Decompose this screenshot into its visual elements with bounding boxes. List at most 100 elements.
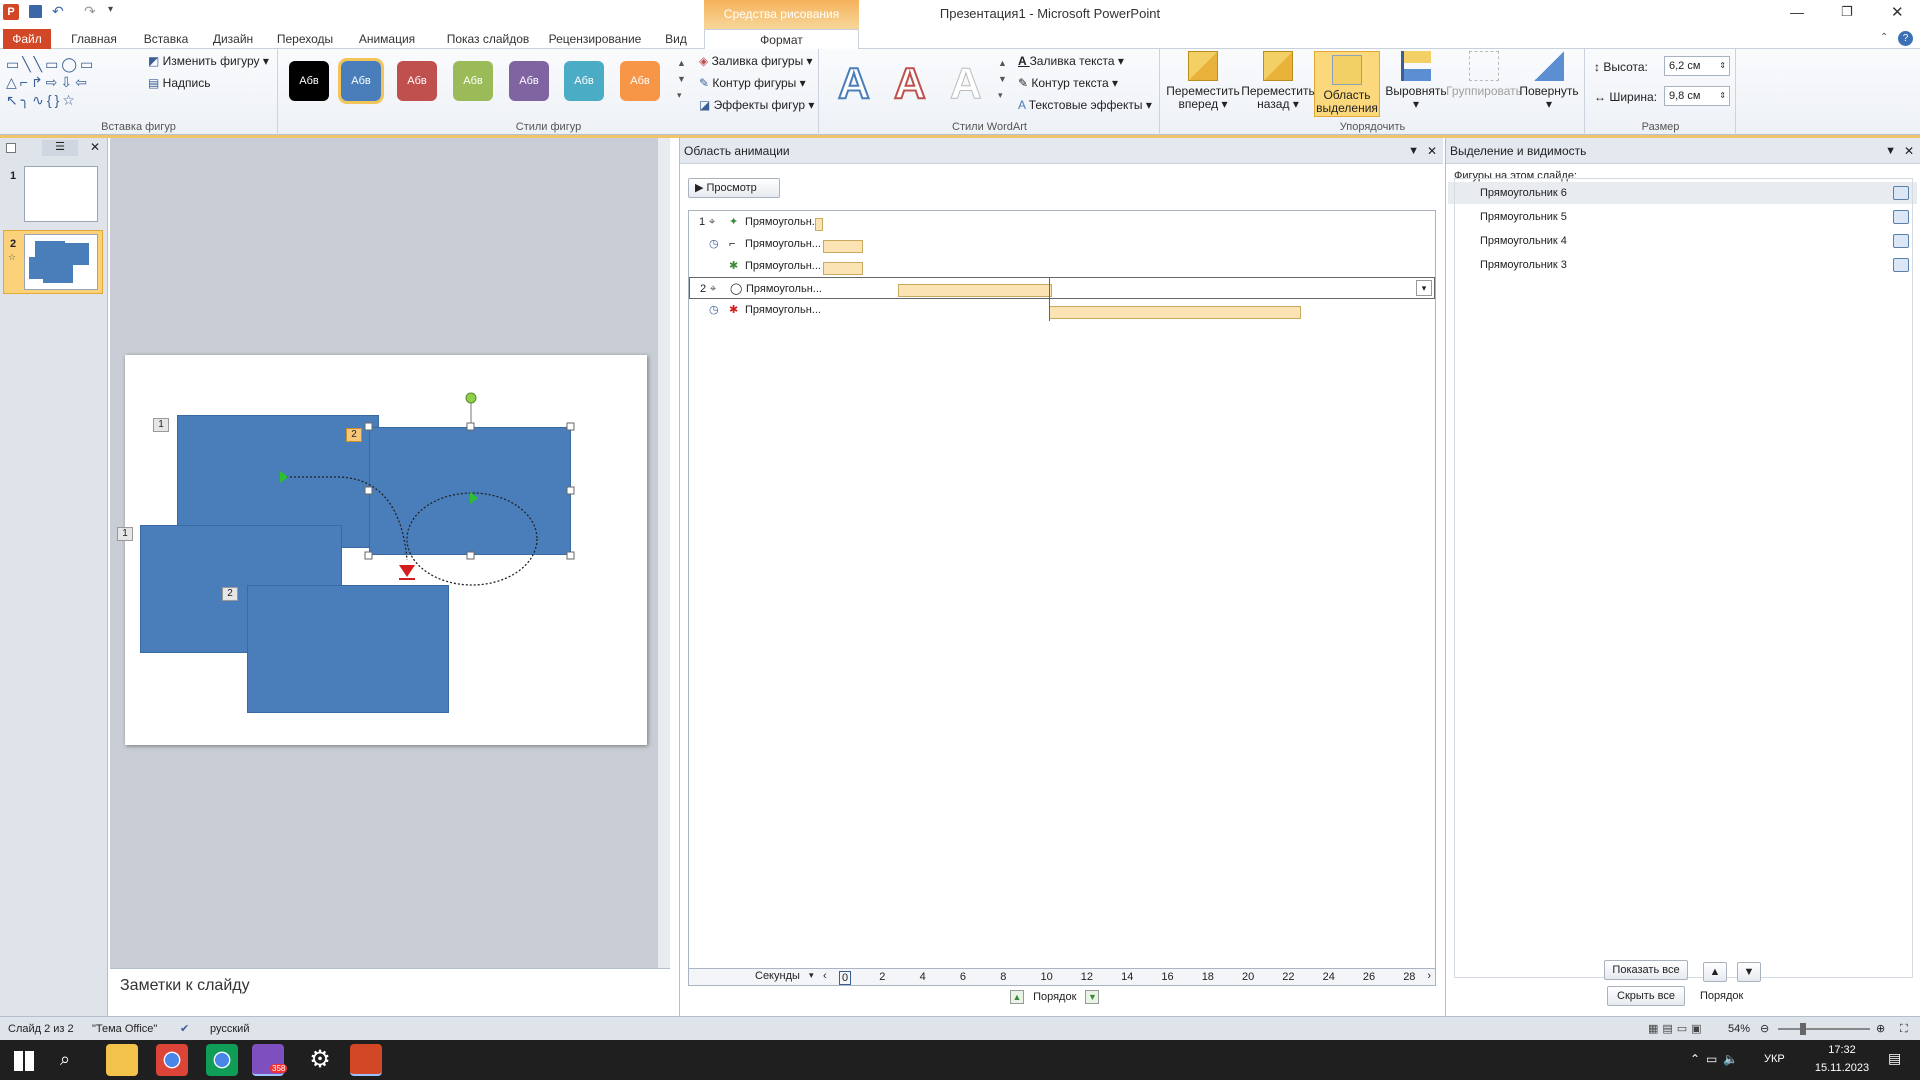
animation-badge[interactable]: 1 <box>117 527 133 541</box>
close-panel-icon[interactable]: ✕ <box>90 140 100 154</box>
item-dropdown-icon[interactable]: ▾ <box>1416 280 1432 296</box>
notifications-icon[interactable]: ▤ <box>1888 1050 1901 1067</box>
timing-bar[interactable] <box>823 262 863 275</box>
tab-insert[interactable]: Вставка <box>136 29 196 49</box>
theme-name[interactable]: "Тема Office" <box>92 1017 157 1041</box>
outline-tab-icon[interactable]: ☰ <box>42 140 78 156</box>
slides-tab-icon[interactable] <box>6 143 16 153</box>
change-shape-button[interactable]: ◩ Изменить фигуру ▾ <box>148 54 269 68</box>
tab-transitions[interactable]: Переходы <box>273 29 337 49</box>
tab-home[interactable]: Главная <box>64 29 124 49</box>
slide-thumbnail[interactable] <box>24 166 98 222</box>
close-pane-icon[interactable]: ✕ <box>1904 138 1914 164</box>
clock-time[interactable]: 17:32 <box>1812 1044 1872 1056</box>
move-up-icon[interactable]: ▲ <box>1010 990 1024 1004</box>
help-icon[interactable]: ? <box>1898 31 1913 46</box>
animation-badge[interactable]: 1 <box>153 418 169 432</box>
wordart-style-gray[interactable]: A <box>950 59 983 109</box>
wordart-style-red[interactable]: A <box>893 58 927 109</box>
tab-review[interactable]: Рецензирование <box>545 29 645 49</box>
notes-pane[interactable]: Заметки к слайду <box>110 968 670 1016</box>
preview-button[interactable]: ▶ Просмотр <box>688 178 780 198</box>
minimize-button[interactable]: — <box>1790 4 1804 20</box>
slide-scrollbar[interactable] <box>658 138 670 968</box>
show-all-button[interactable]: Показать все <box>1604 960 1688 980</box>
style-swatch-blue[interactable]: Абв <box>338 58 384 104</box>
tab-file[interactable]: Файл <box>3 29 51 49</box>
close-pane-icon[interactable]: ✕ <box>1427 138 1437 164</box>
tab-format[interactable]: Формат <box>704 29 859 49</box>
timing-bar[interactable] <box>815 218 823 231</box>
tray-icons[interactable]: ⌃▭🔈 <box>1690 1052 1744 1066</box>
spellcheck-icon[interactable]: ✔ <box>180 1017 189 1041</box>
chrome-icon[interactable] <box>156 1044 188 1076</box>
wordart-style-blue[interactable]: A <box>837 58 871 109</box>
tab-view[interactable]: Вид <box>656 29 696 49</box>
pane-menu-icon[interactable]: ▼ <box>1408 138 1419 164</box>
shapes-gallery[interactable]: ▭╲╲▭◯▭ △⌐↱⇨⇩⇦ ↖╮∿{}☆ <box>6 55 136 109</box>
search-icon[interactable]: ⌕ <box>60 1049 70 1070</box>
timing-bar[interactable] <box>898 284 1052 297</box>
restore-button[interactable]: ❐ <box>1841 4 1853 20</box>
settings-gear-icon[interactable]: ⚙ <box>304 1044 336 1076</box>
powerpoint-taskbar-icon[interactable] <box>350 1044 382 1076</box>
bring-forward-button[interactable]: Переместить вперед ▾ <box>1164 51 1242 111</box>
width-field[interactable]: 9,8 см ⇕ <box>1664 86 1730 106</box>
animation-item[interactable]: ◷ ⌐ Прямоугольн... <box>689 233 1435 255</box>
selection-pane-button[interactable]: Область выделения <box>1314 51 1380 117</box>
style-swatch-purple[interactable]: Абв <box>509 61 549 101</box>
timing-bar[interactable] <box>823 240 863 253</box>
zoom-in-icon[interactable]: ⊕ <box>1876 1017 1885 1041</box>
tab-design[interactable]: Дизайн <box>203 29 263 49</box>
quick-access-dropdown-icon[interactable]: ▾ <box>108 4 113 15</box>
move-up-button[interactable]: ▲ <box>1703 962 1727 982</box>
view-buttons[interactable]: ▦▤▭▣ <box>1648 1017 1706 1041</box>
wordart-scroll-icon[interactable]: ▲ ▼ ▾ <box>998 55 1007 103</box>
rotate-button[interactable]: Повернуть ▾ <box>1516 51 1582 111</box>
align-button[interactable]: Выровнять ▾ <box>1383 51 1449 111</box>
height-field[interactable]: 6,2 см ⇕ <box>1664 56 1730 76</box>
undo-icon[interactable]: ↶ <box>52 3 64 20</box>
animation-badge[interactable]: 2 <box>346 428 362 442</box>
slide-canvas[interactable]: 1 2 1 2 <box>117 355 647 745</box>
send-backward-button[interactable]: Переместить назад ▾ <box>1239 51 1317 111</box>
animation-item[interactable]: ✱ Прямоугольн... <box>689 255 1435 277</box>
style-swatch-teal[interactable]: Абв <box>564 61 604 101</box>
animation-item-selected[interactable]: 2 ⌖ ◯ Прямоугольн... ▾ <box>689 277 1435 299</box>
chrome-icon[interactable] <box>206 1044 238 1076</box>
slide-thumbnail[interactable] <box>24 234 98 290</box>
pane-menu-icon[interactable]: ▼ <box>1885 138 1896 164</box>
text-fill-button[interactable]: A Заливка текста ▾ <box>1018 54 1124 68</box>
keyboard-language[interactable]: УКР <box>1764 1053 1785 1065</box>
style-swatch-orange[interactable]: Абв <box>620 61 660 101</box>
shape-effects-button[interactable]: ◪ Эффекты фигур ▾ <box>699 98 814 112</box>
file-explorer-icon[interactable] <box>106 1044 138 1076</box>
fit-slide-icon[interactable]: ⛶ <box>1900 1017 1908 1041</box>
shape-outline-button[interactable]: ✎ Контур фигуры ▾ <box>699 76 806 90</box>
move-down-icon[interactable]: ▼ <box>1085 990 1100 1004</box>
animation-item[interactable]: 1 ⌖ ✦ Прямоугольн... <box>689 211 1435 233</box>
language[interactable]: русский <box>210 1017 249 1041</box>
animation-badge[interactable]: 2 <box>222 587 238 601</box>
style-swatch-green[interactable]: Абв <box>453 61 493 101</box>
tab-slideshow[interactable]: Показ слайдов <box>438 29 538 49</box>
clock-date[interactable]: 15.11.2023 <box>1812 1062 1872 1074</box>
save-icon[interactable] <box>29 5 42 18</box>
zoom-level[interactable]: 54% <box>1728 1017 1750 1041</box>
text-effects-button[interactable]: A Текстовые эффекты ▾ <box>1018 98 1152 112</box>
textbox-button[interactable]: ▤ Надпись <box>148 76 210 90</box>
text-outline-button[interactable]: ✎ Контур текста ▾ <box>1018 76 1118 90</box>
tab-animation[interactable]: Анимация <box>352 29 422 49</box>
windows-start-icon[interactable] <box>14 1051 34 1071</box>
ribbon-collapse-icon[interactable]: ⌃ <box>1880 32 1888 43</box>
animation-item[interactable]: ◷ ✱ Прямоугольн... <box>689 299 1435 321</box>
shape-fill-button[interactable]: ◈ Заливка фигуры ▾ <box>699 54 813 68</box>
move-down-button[interactable]: ▼ <box>1737 962 1761 982</box>
redo-icon[interactable]: ↷ <box>84 3 96 20</box>
zoom-out-icon[interactable]: ⊖ <box>1760 1017 1769 1041</box>
zoom-slider[interactable] <box>1778 1028 1870 1030</box>
hide-all-button[interactable]: Скрыть все <box>1607 986 1685 1006</box>
timing-bar[interactable] <box>1049 306 1301 319</box>
close-window-button[interactable]: ✕ <box>1891 3 1904 21</box>
style-swatch-black[interactable]: Абв <box>289 61 329 101</box>
